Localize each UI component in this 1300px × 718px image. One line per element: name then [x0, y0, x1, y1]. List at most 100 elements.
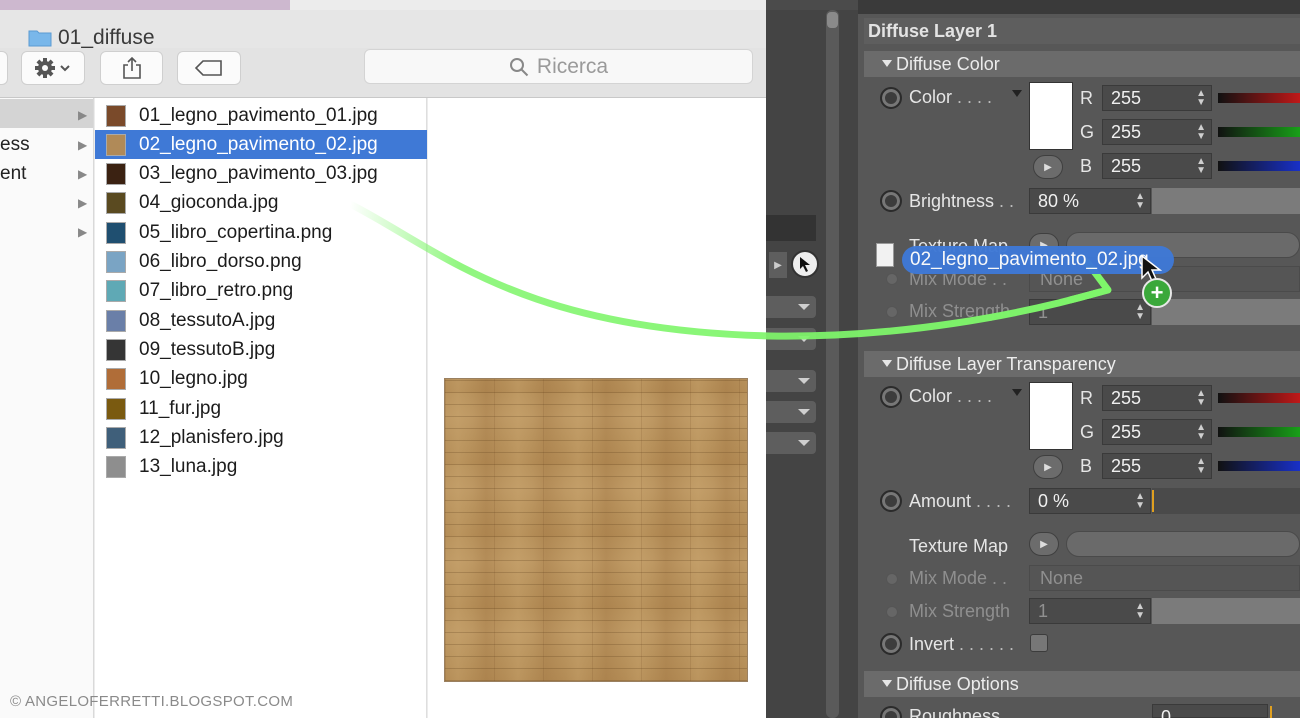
disclosure-arrow-icon: ▶	[78, 225, 88, 239]
section-transparency[interactable]: Diffuse Layer Transparency	[864, 351, 1300, 377]
file-row[interactable]: 03_legno_pavimento_03.jpg	[95, 160, 427, 189]
t-r-input[interactable]: 255 ▲ ▼	[1102, 385, 1212, 411]
disclosure-arrow-icon: ▶	[78, 108, 88, 122]
share-button[interactable]	[100, 51, 163, 85]
viewport-dropdown[interactable]	[766, 401, 816, 423]
t-mix-mode-dropdown[interactable]: None	[1029, 565, 1300, 591]
file-name: 05_libro_copertina.png	[139, 221, 333, 243]
t-g-input[interactable]: 255 ▲ ▼	[1102, 419, 1212, 445]
brightness-slider[interactable]	[1152, 188, 1300, 214]
sidebar-item[interactable]: ess	[0, 134, 30, 156]
finder-window: 01_diffuse Ricerca ▶ ess ▶ ent ▶ ▶ ▶ 01_…	[0, 0, 766, 718]
roughness-radio[interactable]	[880, 706, 902, 718]
collapse-triangle-icon	[882, 360, 892, 367]
section-diffuse-color[interactable]: Diffuse Color	[864, 51, 1300, 77]
amount-slider-handle[interactable]	[1152, 490, 1154, 512]
mix-strength-radio[interactable]	[886, 306, 898, 318]
mix-strength-slider[interactable]	[1152, 299, 1300, 325]
amount-slider[interactable]	[1152, 488, 1300, 514]
roughness-slider-handle[interactable]	[1270, 706, 1272, 718]
brightness-radio[interactable]	[880, 190, 902, 212]
search-field[interactable]: Ricerca	[364, 49, 753, 84]
t-mix-strength-radio[interactable]	[886, 606, 898, 618]
file-row[interactable]: 01_legno_pavimento_01.jpg	[95, 101, 427, 130]
layer-title: Diffuse Layer 1	[868, 21, 998, 41]
drag-filename-label: 02_legno_pavimento_02.jpg	[902, 246, 1174, 274]
file-row[interactable]: 06_libro_dorso.png	[95, 248, 427, 277]
r-input[interactable]: 255 ▲ ▼	[1102, 85, 1212, 111]
copy-plus-icon: +	[1142, 278, 1172, 308]
t-mix-strength-label: Mix Strength	[909, 601, 1011, 621]
t-texture-map-slot[interactable]	[1066, 531, 1300, 557]
attribute-panel: Diffuse Layer 1 Diffuse Color Color . . …	[858, 0, 1300, 718]
mix-strength-label: Mix Strength	[909, 301, 1011, 321]
disclosure-arrow-icon: ▶	[78, 167, 88, 181]
g-slider[interactable]	[1218, 127, 1300, 137]
t-color-expand-button[interactable]: ▶	[1033, 455, 1063, 479]
file-thumbnail-icon	[106, 338, 126, 361]
t-color-radio[interactable]	[880, 386, 902, 408]
invert-radio[interactable]	[880, 633, 902, 655]
file-thumbnail-icon	[106, 397, 126, 420]
play-icon[interactable]: ▶	[769, 252, 787, 278]
tag-button[interactable]	[177, 51, 241, 85]
viewport-dropdown[interactable]	[766, 370, 816, 392]
pointer-tool-icon[interactable]	[791, 250, 819, 278]
scrollbar-thumb[interactable]	[827, 12, 838, 28]
file-row[interactable]: 05_libro_copertina.png	[95, 218, 427, 247]
file-list: 01_legno_pavimento_01.jpg 02_legno_pavime…	[95, 98, 427, 718]
viewport-dropdown[interactable]	[766, 432, 816, 454]
section-diffuse-options[interactable]: Diffuse Options	[864, 671, 1300, 697]
action-button[interactable]	[21, 51, 85, 85]
color-expand-button[interactable]: ▶	[1033, 155, 1063, 179]
scrollbar[interactable]	[826, 10, 839, 718]
file-row[interactable]: 04_gioconda.jpg	[95, 189, 427, 218]
window-title: 01_diffuse	[58, 26, 155, 49]
file-row[interactable]: 11_fur.jpg	[95, 394, 427, 423]
viewport-dropdown[interactable]	[766, 328, 816, 350]
t-mix-strength-input[interactable]: 1 ▲ ▼	[1029, 598, 1151, 624]
mix-mode-radio[interactable]	[886, 273, 898, 285]
t-b-slider[interactable]	[1218, 461, 1300, 471]
amount-radio[interactable]	[880, 490, 902, 512]
t-g-slider[interactable]	[1218, 427, 1300, 437]
disclosure-arrow-icon: ▶	[78, 196, 88, 210]
file-row[interactable]: 09_tessutoB.jpg	[95, 335, 427, 364]
color-menu-icon[interactable]	[1012, 90, 1022, 97]
amount-input[interactable]: 0 % ▲ ▼	[1029, 488, 1151, 514]
viewport-dropdown[interactable]	[766, 296, 816, 318]
b-slider[interactable]	[1218, 161, 1300, 171]
color-swatch[interactable]	[1029, 82, 1073, 150]
color-radio[interactable]	[880, 87, 902, 109]
file-name: 08_tessutoA.jpg	[139, 309, 276, 331]
t-color-menu-icon[interactable]	[1012, 389, 1022, 396]
file-row[interactable]: 07_libro_retro.png	[95, 277, 427, 306]
t-color-label: Color . . . .	[909, 386, 993, 406]
file-row[interactable]: 08_tessutoA.jpg	[95, 306, 427, 335]
file-row[interactable]: 10_legno.jpg	[95, 365, 427, 394]
t-b-input[interactable]: 255 ▲ ▼	[1102, 453, 1212, 479]
g-input[interactable]: 255 ▲ ▼	[1102, 119, 1212, 145]
t-color-swatch[interactable]	[1029, 382, 1073, 450]
r-slider[interactable]	[1218, 93, 1300, 103]
t-mix-strength-slider[interactable]	[1152, 598, 1300, 624]
brightness-input[interactable]: 80 % ▲ ▼	[1029, 188, 1151, 214]
file-thumbnail-icon	[106, 426, 126, 449]
invert-label: Invert . . . . . .	[909, 634, 1015, 654]
nav-button[interactable]	[0, 51, 8, 85]
watermark: © ANGELOFERRETTI.BLOGSPOT.COM	[10, 693, 294, 710]
file-row[interactable]: 13_luna.jpg	[95, 453, 427, 482]
b-input[interactable]: 255 ▲ ▼	[1102, 153, 1212, 179]
texture-preview-image	[444, 378, 748, 682]
file-row[interactable]: 02_legno_pavimento_02.jpg	[95, 130, 427, 160]
sidebar-item[interactable]: ent	[0, 163, 26, 185]
t-mix-mode-radio[interactable]	[886, 573, 898, 585]
collapse-triangle-icon	[882, 60, 892, 67]
file-row[interactable]: 12_planisfero.jpg	[95, 423, 427, 452]
t-texture-map-button[interactable]: ▶	[1029, 532, 1059, 556]
roughness-input[interactable]: 0	[1152, 704, 1268, 718]
file-thumbnail-icon	[106, 280, 126, 303]
mix-strength-input[interactable]: 1 ▲ ▼	[1029, 299, 1151, 325]
t-r-slider[interactable]	[1218, 393, 1300, 403]
invert-checkbox[interactable]	[1030, 634, 1048, 652]
